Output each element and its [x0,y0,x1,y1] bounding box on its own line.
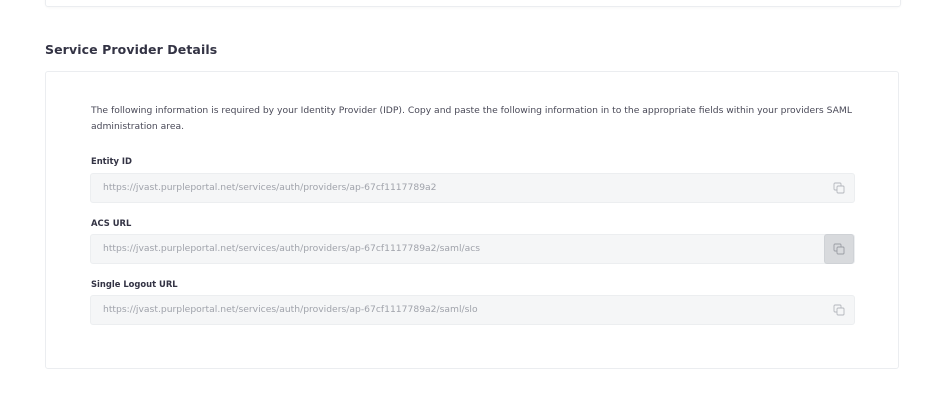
card-description: The following information is required by… [91,105,852,132]
entity-id-label: Entity ID [91,156,133,166]
entity-id-field[interactable]: https://jvast.purpleportal.net/services/… [90,173,855,203]
acs-url-field[interactable]: https://jvast.purpleportal.net/services/… [90,234,855,264]
entity-id-value[interactable]: https://jvast.purpleportal.net/services/… [103,182,437,193]
acs-url-label: ACS URL [91,218,132,228]
copy-entity-id-button[interactable] [824,173,854,203]
copy-single-logout-url-button[interactable] [824,295,854,325]
copy-icon [833,182,845,194]
service-provider-details-card: The following information is required by… [45,71,899,369]
copy-acs-url-button[interactable] [824,234,854,264]
copy-icon [833,243,845,255]
previous-section-card [45,0,901,7]
single-logout-url-field[interactable]: https://jvast.purpleportal.net/services/… [90,295,855,325]
acs-url-value[interactable]: https://jvast.purpleportal.net/services/… [103,243,480,254]
section-title: Service Provider Details [45,42,218,57]
single-logout-url-label: Single Logout URL [91,279,178,289]
single-logout-url-value[interactable]: https://jvast.purpleportal.net/services/… [103,304,478,315]
copy-icon [833,304,845,316]
